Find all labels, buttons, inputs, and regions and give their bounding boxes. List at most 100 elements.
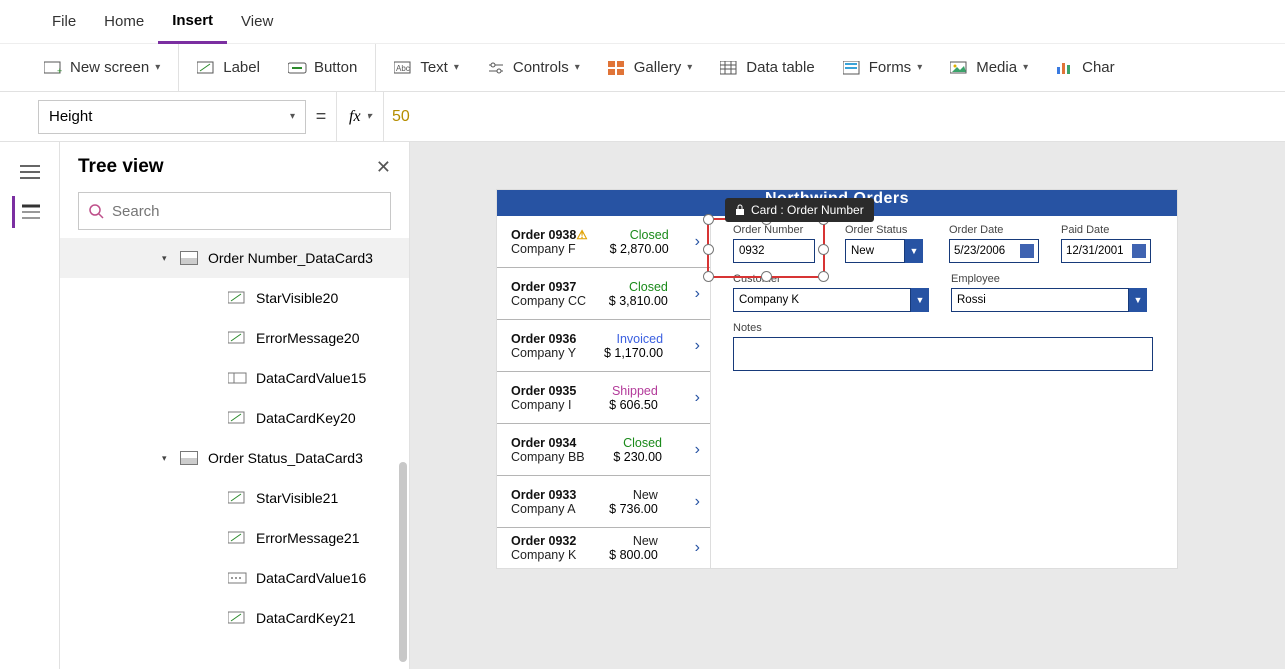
chevron-right-icon: › [695, 233, 700, 251]
left-rail [0, 142, 60, 669]
menubar: File Home Insert View [0, 0, 1285, 44]
treeview-panel: Tree view ✕ ▾Order Number_DataCard3StarV… [60, 142, 410, 669]
order-amount: $ 800.00 [609, 548, 658, 562]
order-amount: $ 1,170.00 [604, 346, 663, 360]
customer-select[interactable] [733, 288, 911, 312]
tree-item-label: ErrorMessage20 [256, 330, 360, 346]
app-preview: Northwind Orders Order 0938⚠Company FClo… [497, 190, 1177, 568]
card-icon [180, 451, 198, 465]
order-status: Closed [609, 280, 668, 294]
menu-insert[interactable]: Insert [158, 0, 227, 44]
tree-item[interactable]: StarVisible20 [60, 278, 409, 318]
chevron-down-icon[interactable]: ▼ [905, 239, 923, 263]
menu-home[interactable]: Home [90, 0, 158, 44]
controls-button[interactable]: Controls ▾ [473, 44, 594, 92]
paid-date-input[interactable]: 12/31/2001 [1061, 239, 1151, 263]
chevron-right-icon: › [695, 337, 700, 355]
hamburger-button[interactable] [12, 156, 48, 188]
tree-item[interactable]: DataCardKey20 [60, 398, 409, 438]
paid-date-value: 12/31/2001 [1066, 245, 1124, 257]
datatable-button[interactable]: Data table [706, 44, 828, 92]
close-icon[interactable]: ✕ [376, 157, 391, 178]
tree-item[interactable]: ▾ Order Status_DataCard3 [60, 438, 409, 478]
chevron-down-icon[interactable]: ▼ [1129, 288, 1147, 312]
notes-input[interactable] [733, 337, 1153, 371]
employee-select[interactable] [951, 288, 1129, 312]
lock-icon [735, 204, 745, 216]
tree-item-label: DataCardValue15 [256, 370, 366, 386]
tree-item[interactable]: DataCardKey21 [60, 598, 409, 638]
media-button[interactable]: Media ▾ [936, 44, 1042, 92]
scrollbar[interactable] [399, 462, 407, 662]
chevron-down-icon: ▾ [454, 62, 459, 73]
caret-icon: ▾ [162, 253, 167, 264]
tree-item[interactable]: DataCardValue15 [60, 358, 409, 398]
chevron-down-icon: ▾ [687, 62, 692, 73]
warning-icon: ⚠ [576, 228, 587, 242]
menu-view[interactable]: View [227, 0, 287, 44]
order-amount: $ 736.00 [609, 502, 658, 516]
fx-button[interactable]: fx ▾ [337, 108, 383, 126]
order-id: Order 0938⚠ [511, 227, 588, 242]
treeview-tab[interactable] [12, 196, 48, 228]
tree-item[interactable]: ▾Order Number_DataCard3 [60, 238, 409, 278]
order-date-input[interactable]: 5/23/2006 [949, 239, 1039, 263]
order-status: New [609, 488, 658, 502]
menu-file[interactable]: File [38, 0, 90, 44]
chevron-right-icon: › [695, 285, 700, 303]
notes-label: Notes [733, 322, 1153, 334]
order-id: Order 0935 [511, 384, 576, 398]
chart-button[interactable]: Char [1042, 44, 1129, 92]
forms-button[interactable]: Forms ▾ [829, 44, 937, 92]
order-row[interactable]: Order 0937Company CCClosed$ 3,810.00› [497, 268, 710, 320]
gallery-button[interactable]: Gallery ▾ [594, 44, 707, 92]
property-selector[interactable]: Height ▾ [38, 100, 306, 134]
order-row[interactable]: Order 0933Company ANew$ 736.00› [497, 476, 710, 528]
order-row[interactable]: Order 0934Company BBClosed$ 230.00› [497, 424, 710, 476]
formula-value[interactable]: 50 [384, 108, 410, 126]
order-row[interactable]: Order 0936Company YInvoiced$ 1,170.00› [497, 320, 710, 372]
order-status-select[interactable] [845, 239, 905, 263]
caret-icon: ▾ [162, 453, 167, 464]
order-amount: $ 606.50 [609, 398, 658, 412]
canvas[interactable]: Northwind Orders Order 0938⚠Company FClo… [410, 142, 1285, 669]
order-company: Company A [511, 502, 576, 516]
order-status: Shipped [609, 384, 658, 398]
chart-icon [1056, 61, 1074, 75]
order-amount: $ 3,810.00 [609, 294, 668, 308]
tree-item[interactable]: DataCardValue16 [60, 558, 409, 598]
search-field[interactable] [112, 203, 380, 220]
text-button[interactable]: Abc Text ▾ [380, 44, 473, 92]
label-icon [197, 61, 215, 75]
tree-item[interactable]: ErrorMessage20 [60, 318, 409, 358]
order-row[interactable]: Order 0932Company KNew$ 800.00› [497, 528, 710, 568]
order-row[interactable]: Order 0938⚠Company FClosed$ 2,870.00› [497, 216, 710, 268]
button-button[interactable]: Button [274, 44, 371, 92]
search-input[interactable] [78, 192, 391, 230]
datatable-icon [720, 61, 738, 75]
selection-box[interactable] [707, 218, 825, 278]
chevron-right-icon: › [695, 539, 700, 557]
chevron-down-icon: ▾ [290, 111, 295, 122]
order-status: Closed [610, 228, 669, 242]
tree-item[interactable]: ErrorMessage21 [60, 518, 409, 558]
chevron-down-icon: ▾ [367, 111, 372, 122]
chevron-down-icon: ▾ [917, 62, 922, 73]
controls-label: Controls [513, 59, 569, 76]
tree-list: ▾Order Number_DataCard3StarVisible20 Erro… [60, 238, 409, 669]
tree-item-label: Order Status_DataCard3 [208, 450, 363, 466]
order-row[interactable]: Order 0935Company IShipped$ 606.50› [497, 372, 710, 424]
label-icon [228, 611, 246, 625]
chevron-down-icon[interactable]: ▼ [911, 288, 929, 312]
new-screen-button[interactable]: + New screen ▾ [30, 44, 174, 92]
label-icon [228, 531, 246, 545]
order-status: Closed [613, 436, 662, 450]
tree-item-label: DataCardKey21 [256, 610, 356, 626]
separator [375, 44, 376, 92]
equals-icon: = [306, 106, 336, 127]
chevron-down-icon: ▾ [1023, 62, 1028, 73]
tree-item[interactable]: StarVisible21 [60, 478, 409, 518]
label-button[interactable]: Label [183, 44, 274, 92]
order-amount: $ 230.00 [613, 450, 662, 464]
calendar-icon [1020, 244, 1034, 258]
